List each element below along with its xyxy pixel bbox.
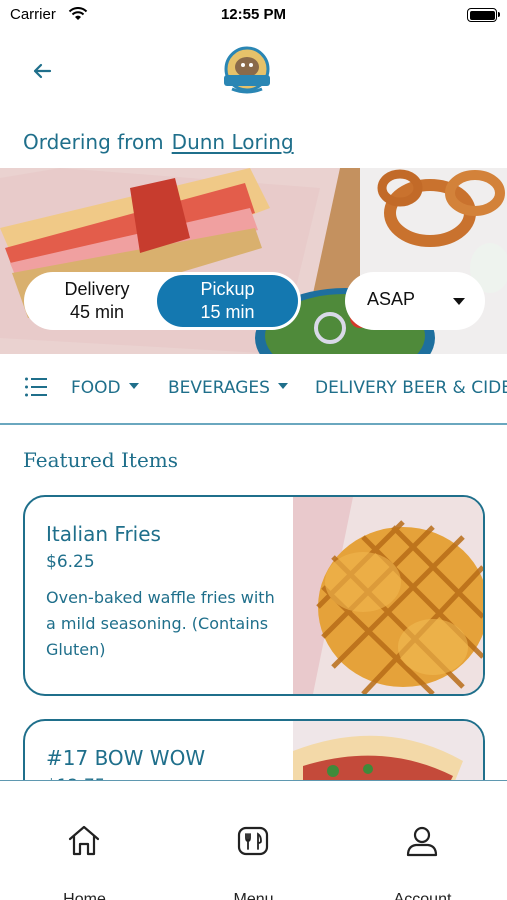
delivery-time: 45 min [69, 302, 125, 322]
list-icon[interactable] [24, 376, 48, 398]
tab-account[interactable]: Account [338, 781, 507, 900]
category-beverages-label: BEVERAGES [168, 378, 270, 398]
order-mode-toggle: Delivery 45 min Pickup 15 min [24, 272, 301, 330]
ordering-from: Ordering from Dunn Loring [23, 130, 294, 154]
category-food[interactable]: FOOD [71, 378, 139, 398]
chevron-down-icon [453, 298, 465, 305]
pickup-time: 15 min [200, 302, 255, 322]
tab-home-label: Home [63, 891, 106, 900]
clock: 12:55 PM [220, 6, 287, 23]
account-icon [406, 826, 438, 857]
featured-items-title: Featured Items [23, 448, 179, 472]
tab-menu[interactable]: Menu [169, 781, 338, 900]
pickup-label: Pickup [200, 279, 255, 299]
category-divider [0, 423, 507, 425]
menu-icon [237, 826, 269, 856]
item-description: Oven-baked waffle fries with a mild seas… [46, 588, 275, 659]
restaurant-logo-icon [224, 46, 270, 94]
order-time-value: ASAP [367, 289, 416, 309]
delivery-option[interactable]: Delivery 45 min [32, 278, 162, 324]
category-food-label: FOOD [71, 378, 121, 398]
waffle-fries-image [293, 497, 483, 694]
featured-item-card[interactable]: Italian Fries $6.25 Oven-baked waffle fr… [23, 495, 485, 696]
tab-account-label: Account [393, 891, 452, 900]
battery-icon [467, 8, 500, 22]
pickup-option[interactable]: Pickup 15 min [157, 275, 298, 327]
location-link[interactable]: Dunn Loring [172, 130, 294, 154]
category-beverages[interactable]: BEVERAGES [168, 378, 288, 398]
home-icon [68, 825, 100, 856]
item-photo [293, 497, 483, 694]
bottom-tab-bar: Home Menu Account [0, 780, 507, 900]
tab-menu-label: Menu [233, 891, 274, 900]
ordering-prefix: Ordering from [23, 130, 164, 154]
category-bar: FOOD BEVERAGES DELIVERY BEER & CIDE [0, 366, 507, 412]
item-name: #17 BOW WOW [46, 746, 206, 770]
category-delivery-beer-label: DELIVERY BEER & CIDE [315, 378, 507, 398]
delivery-label: Delivery [64, 279, 130, 299]
back-arrow-icon[interactable] [26, 56, 60, 86]
chevron-down-icon [128, 383, 139, 389]
item-info: Italian Fries $6.25 Oven-baked waffle fr… [46, 522, 286, 663]
status-bar: Carrier 12:55 PM [0, 0, 507, 30]
item-price: $6.25 [46, 552, 95, 572]
order-time-select[interactable]: ASAP [345, 272, 485, 330]
category-delivery-beer[interactable]: DELIVERY BEER & CIDE [315, 378, 507, 398]
item-name: Italian Fries [46, 522, 161, 546]
tab-home[interactable]: Home [0, 781, 169, 900]
chevron-down-icon [277, 383, 288, 389]
